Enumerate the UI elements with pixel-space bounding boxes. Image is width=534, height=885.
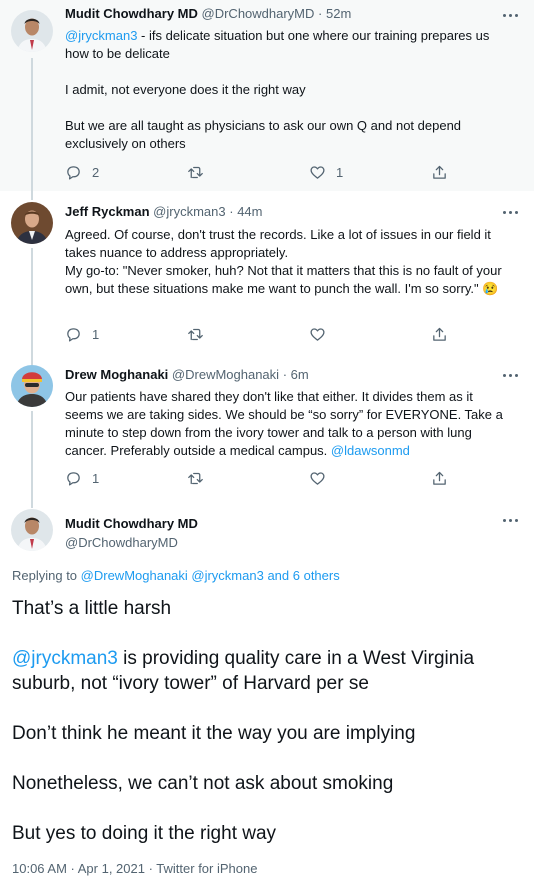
replying-prefix: Replying to: [12, 568, 81, 583]
reply-icon: [67, 471, 80, 486]
timestamp[interactable]: 44m: [237, 204, 262, 219]
avatar-jeff[interactable]: [11, 202, 53, 244]
retweet-icon: [188, 472, 203, 484]
tweet-header: Mudit Chowdhary MD @DrChowdharyMD · 52m: [65, 6, 351, 21]
reply-button[interactable]: 2: [65, 163, 99, 181]
thread-line: [31, 411, 33, 502]
main-tweet-text: That’s a little harsh @jryckman3 is prov…: [12, 596, 527, 871]
thread-line: [31, 502, 33, 508]
tweet-text: @jryckman3 - ifs delicate situation but …: [65, 27, 513, 153]
tweet-text-part: Agreed. Of course, don't trust the recor…: [65, 227, 491, 260]
tweet-text: Our patients have shared they don't like…: [65, 388, 513, 460]
avatar-mudit[interactable]: [11, 10, 53, 52]
handle[interactable]: @DrewMoghanaki: [172, 367, 279, 382]
display-name[interactable]: Mudit Chowdhary MD: [65, 514, 198, 533]
reply-icon: [67, 165, 80, 180]
tweet-actions: 1: [65, 325, 455, 343]
tweet-text-part: Our patients have shared they don't like…: [65, 389, 503, 458]
like-icon: [310, 165, 325, 179]
retweet-icon: [188, 328, 203, 340]
tweet-actions: 2 1: [65, 163, 455, 181]
more-icon[interactable]: [502, 514, 518, 526]
mention-link[interactable]: @ldawsonmd: [331, 443, 410, 458]
retweet-button[interactable]: [187, 325, 204, 343]
more-icon[interactable]: [502, 369, 518, 381]
like-icon: [310, 327, 325, 341]
share-button[interactable]: [431, 325, 448, 343]
thread-line: [31, 355, 33, 365]
main-tweet-line: Don’t think he meant it the way you are …: [12, 723, 416, 744]
tweet-drew[interactable]: Drew Moghanaki @DrewMoghanaki · 6m Our p…: [0, 355, 534, 502]
retweet-icon: [188, 166, 203, 178]
separator-dot: ·: [282, 367, 288, 382]
reply-button[interactable]: 1: [65, 469, 99, 487]
main-tweet-line: Nonetheless, we can’t not ask about smok…: [12, 773, 394, 794]
like-count: 1: [336, 164, 344, 180]
tweet-timestamp-footer[interactable]: 10:06 AM · Apr 1, 2021 · Twitter for iPh…: [12, 861, 257, 876]
share-icon: [433, 327, 446, 341]
avatar-drew[interactable]: [11, 365, 53, 407]
thread-line: [31, 191, 33, 200]
separator-dot: ·: [229, 204, 234, 219]
tweet-text-part: But we are all taught as physicians to a…: [65, 118, 462, 151]
share-button[interactable]: [431, 469, 448, 487]
tweet-text-part: My go-to: "Never smoker, huh? Not that i…: [65, 263, 502, 296]
separator-dot: ·: [318, 6, 323, 21]
tweet-text-part: I admit, not everyone does it the right …: [65, 82, 306, 97]
retweet-button[interactable]: [187, 469, 204, 487]
share-icon: [433, 471, 446, 485]
timestamp[interactable]: 6m: [291, 367, 309, 382]
reply-button[interactable]: 1: [65, 325, 99, 343]
more-icon[interactable]: [502, 206, 518, 218]
reply-count: 2: [92, 164, 100, 180]
reply-count: 1: [92, 470, 100, 486]
avatar-mudit[interactable]: [11, 509, 53, 551]
thread-line: [31, 58, 33, 191]
reply-count: 1: [92, 326, 100, 342]
handle[interactable]: @jryckman3: [153, 204, 225, 219]
timestamp[interactable]: 52m: [326, 6, 351, 21]
display-name[interactable]: Drew Moghanaki: [65, 367, 168, 382]
like-icon: [310, 471, 325, 485]
tweet-jeff[interactable]: Jeff Ryckman @jryckman3 · 44m Agreed. Of…: [0, 191, 534, 355]
reply-icon: [67, 327, 80, 342]
tweet-mudit-1[interactable]: Mudit Chowdhary MD @DrChowdharyMD · 52m …: [0, 0, 534, 191]
main-tweet-line: But yes to doing it the right way: [12, 823, 277, 844]
tweet-text: Agreed. Of course, don't trust the recor…: [65, 226, 513, 298]
tweet-header: Jeff Ryckman @jryckman3 · 44m: [65, 204, 263, 219]
replying-to: Replying to @DrewMoghanaki @jryckman3 an…: [12, 568, 340, 583]
more-icon[interactable]: [502, 9, 518, 21]
share-icon: [433, 165, 446, 179]
main-tweet: Mudit Chowdhary MD @DrChowdharyMD Replyi…: [0, 502, 534, 885]
tweet-actions: 1: [65, 469, 455, 487]
mention-link[interactable]: @jryckman3: [65, 28, 137, 43]
display-name[interactable]: Mudit Chowdhary MD: [65, 6, 198, 21]
thread-line: [31, 248, 33, 355]
like-button[interactable]: [309, 469, 326, 487]
tweet-header: Mudit Chowdhary MD @DrChowdharyMD: [65, 514, 198, 552]
like-button[interactable]: [309, 325, 326, 343]
tweet-header: Drew Moghanaki @DrewMoghanaki · 6m: [65, 367, 309, 382]
replying-users-link[interactable]: @DrewMoghanaki @jryckman3 and 6 others: [81, 568, 340, 583]
mention-link[interactable]: @jryckman3: [12, 648, 118, 669]
share-button[interactable]: [431, 163, 448, 181]
like-button[interactable]: 1: [309, 163, 343, 181]
handle[interactable]: @DrChowdharyMD: [65, 533, 198, 552]
display-name[interactable]: Jeff Ryckman: [65, 204, 150, 219]
handle[interactable]: @DrChowdharyMD: [202, 6, 315, 21]
retweet-button[interactable]: [187, 163, 204, 181]
main-tweet-line: That’s a little harsh: [12, 598, 172, 619]
